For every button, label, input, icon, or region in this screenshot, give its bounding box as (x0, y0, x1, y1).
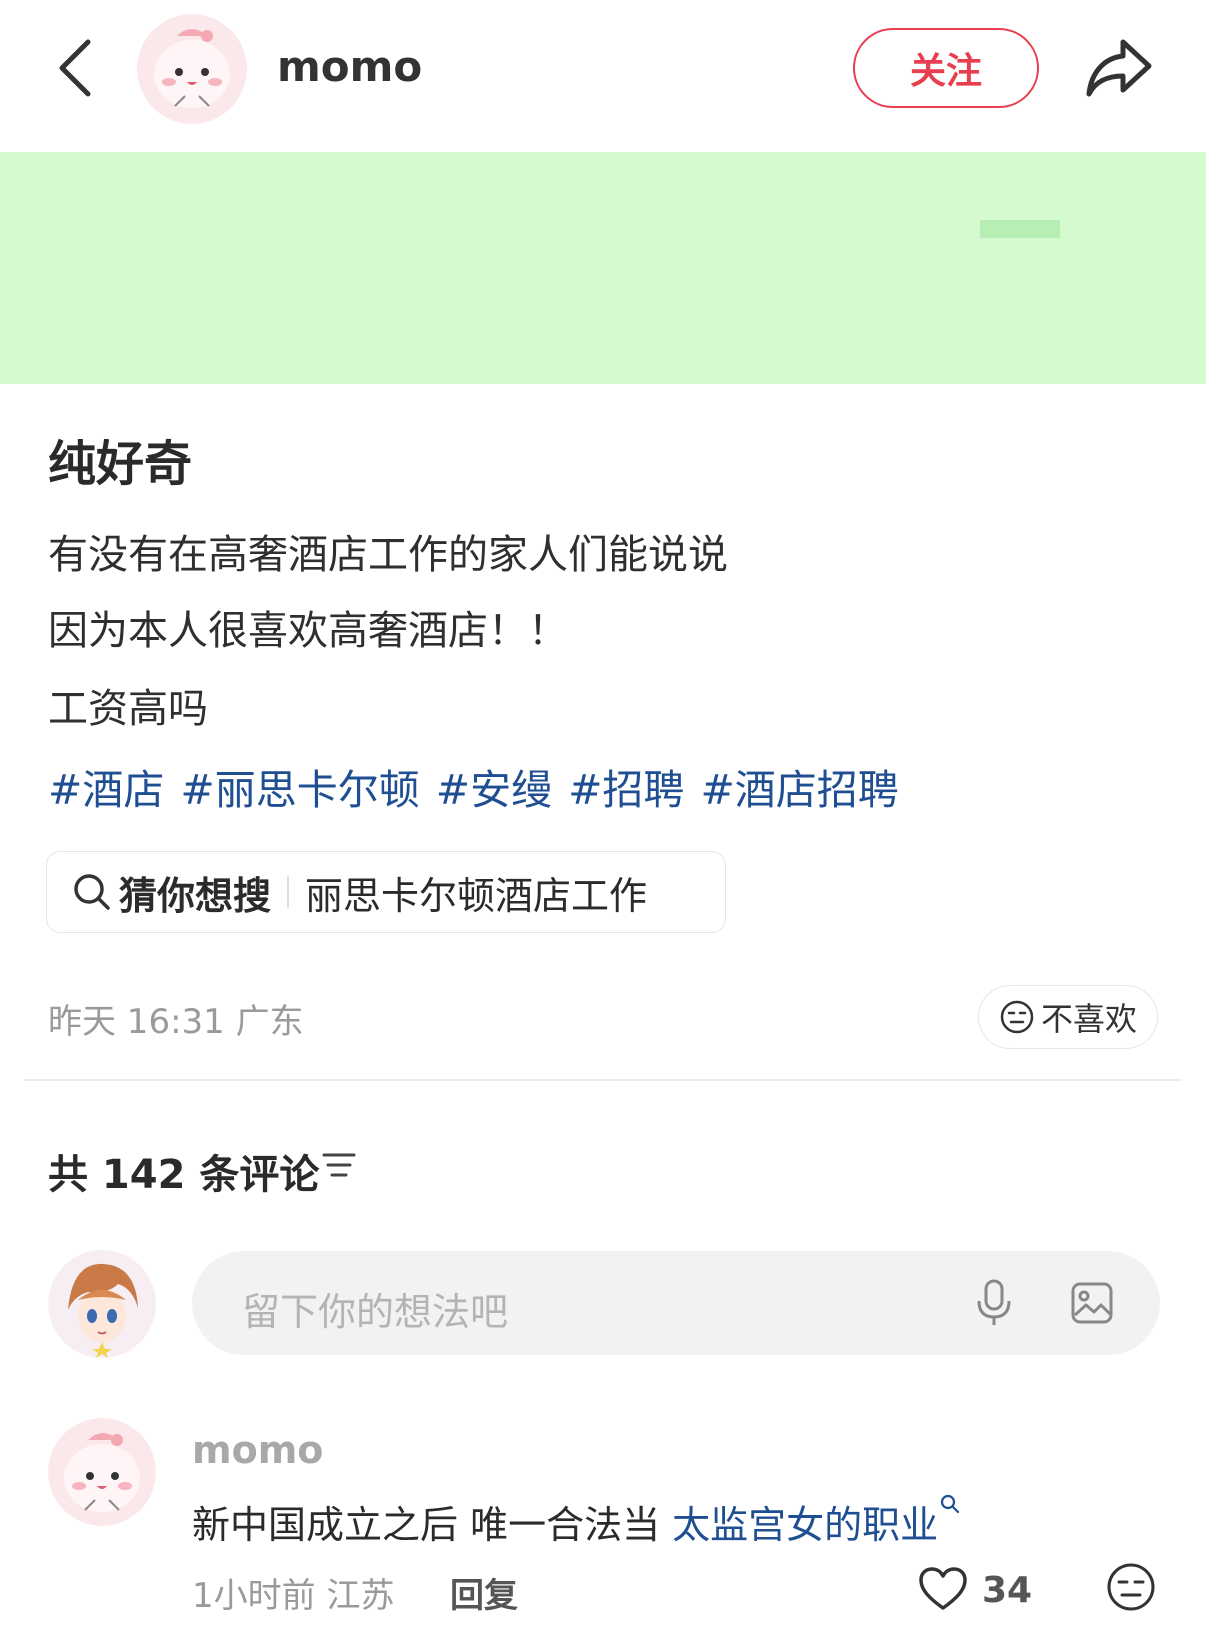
hashtag[interactable]: #酒店招聘 (700, 766, 898, 814)
top-bar: momo 关注 (0, 0, 1206, 150)
author-avatar[interactable] (137, 14, 247, 124)
like-count: 34 (982, 1570, 1033, 1611)
search-icon (74, 874, 110, 910)
microphone-icon (977, 1279, 1011, 1325)
follow-button[interactable]: 关注 (853, 28, 1039, 108)
search-suggestion-label: 猜你想搜 (119, 873, 272, 918)
commenter-avatar[interactable] (48, 1418, 156, 1526)
hashtag[interactable]: #酒店 (48, 766, 164, 814)
chevron-left-icon (59, 39, 91, 97)
search-icon (941, 1494, 960, 1514)
author-name[interactable]: momo (277, 42, 422, 91)
commenter-name[interactable]: momo (192, 1428, 323, 1472)
image-upload-button[interactable] (1070, 1281, 1114, 1329)
heart-icon (919, 1567, 967, 1610)
image-decoration (980, 220, 1060, 238)
hashtag[interactable]: #丽思卡尔顿 (180, 766, 419, 814)
back-button[interactable] (48, 34, 104, 102)
comment-text: 新中国成立之后 唯一合法当 太监宫女的职业 (192, 1494, 960, 1549)
search-suggestion-chip[interactable]: 猜你想搜 丽思卡尔顿酒店工作 (46, 851, 726, 933)
search-suggestion-query: 丽思卡尔顿酒店工作 (305, 873, 648, 918)
divider (24, 1079, 1182, 1081)
sort-button[interactable] (322, 1150, 356, 1184)
image-icon (1071, 1282, 1113, 1324)
comment-count: 共 142 条评论 (48, 1152, 320, 1198)
comment-dislike-button[interactable] (1106, 1562, 1156, 1616)
comment-input-placeholder: 留下你的想法吧 (242, 1290, 509, 1334)
post-body-line: 因为本人很喜欢高奢酒店！！ (48, 608, 568, 654)
post-body-line: 工资高吗 (48, 686, 208, 732)
divider (287, 876, 290, 908)
share-button[interactable] (1083, 34, 1155, 100)
hashtag[interactable]: #招聘 (568, 766, 684, 814)
current-user-avatar (48, 1250, 156, 1358)
meh-face-icon (1000, 1000, 1034, 1034)
comment-text-plain: 新中国成立之后 唯一合法当 (192, 1503, 673, 1547)
like-button[interactable] (918, 1566, 968, 1616)
hashtag[interactable]: #安缦 (436, 766, 552, 814)
post-detail-page: momo 关注 纯好奇 有没有在高奢酒店工作的家人们能说说 因为本人很喜欢高奢酒… (0, 0, 1206, 1652)
voice-input-button[interactable] (976, 1279, 1012, 1331)
dislike-label: 不喜欢 (1040, 1000, 1137, 1038)
reply-button[interactable]: 回复 (450, 1568, 518, 1617)
share-arrow-icon (1086, 39, 1152, 97)
comment-input[interactable]: 留下你的想法吧 (192, 1251, 1160, 1355)
hashtag-list: #酒店 #丽思卡尔顿 #安缦 #招聘 #酒店招聘 (48, 756, 915, 816)
post-meta: 昨天 16:31 广东 (48, 1002, 304, 1042)
comment-search-link[interactable]: 太监宫女的职业 (672, 1503, 938, 1547)
post-title: 纯好奇 (48, 436, 193, 492)
dislike-button[interactable]: 不喜欢 (978, 985, 1158, 1049)
meh-face-icon (1107, 1563, 1155, 1611)
post-body-line: 有没有在高奢酒店工作的家人们能说说 (48, 532, 728, 578)
post-image[interactable] (0, 152, 1206, 384)
sort-lines-icon (322, 1153, 356, 1177)
comment-time-location: 1小时前 江苏 (192, 1576, 395, 1616)
